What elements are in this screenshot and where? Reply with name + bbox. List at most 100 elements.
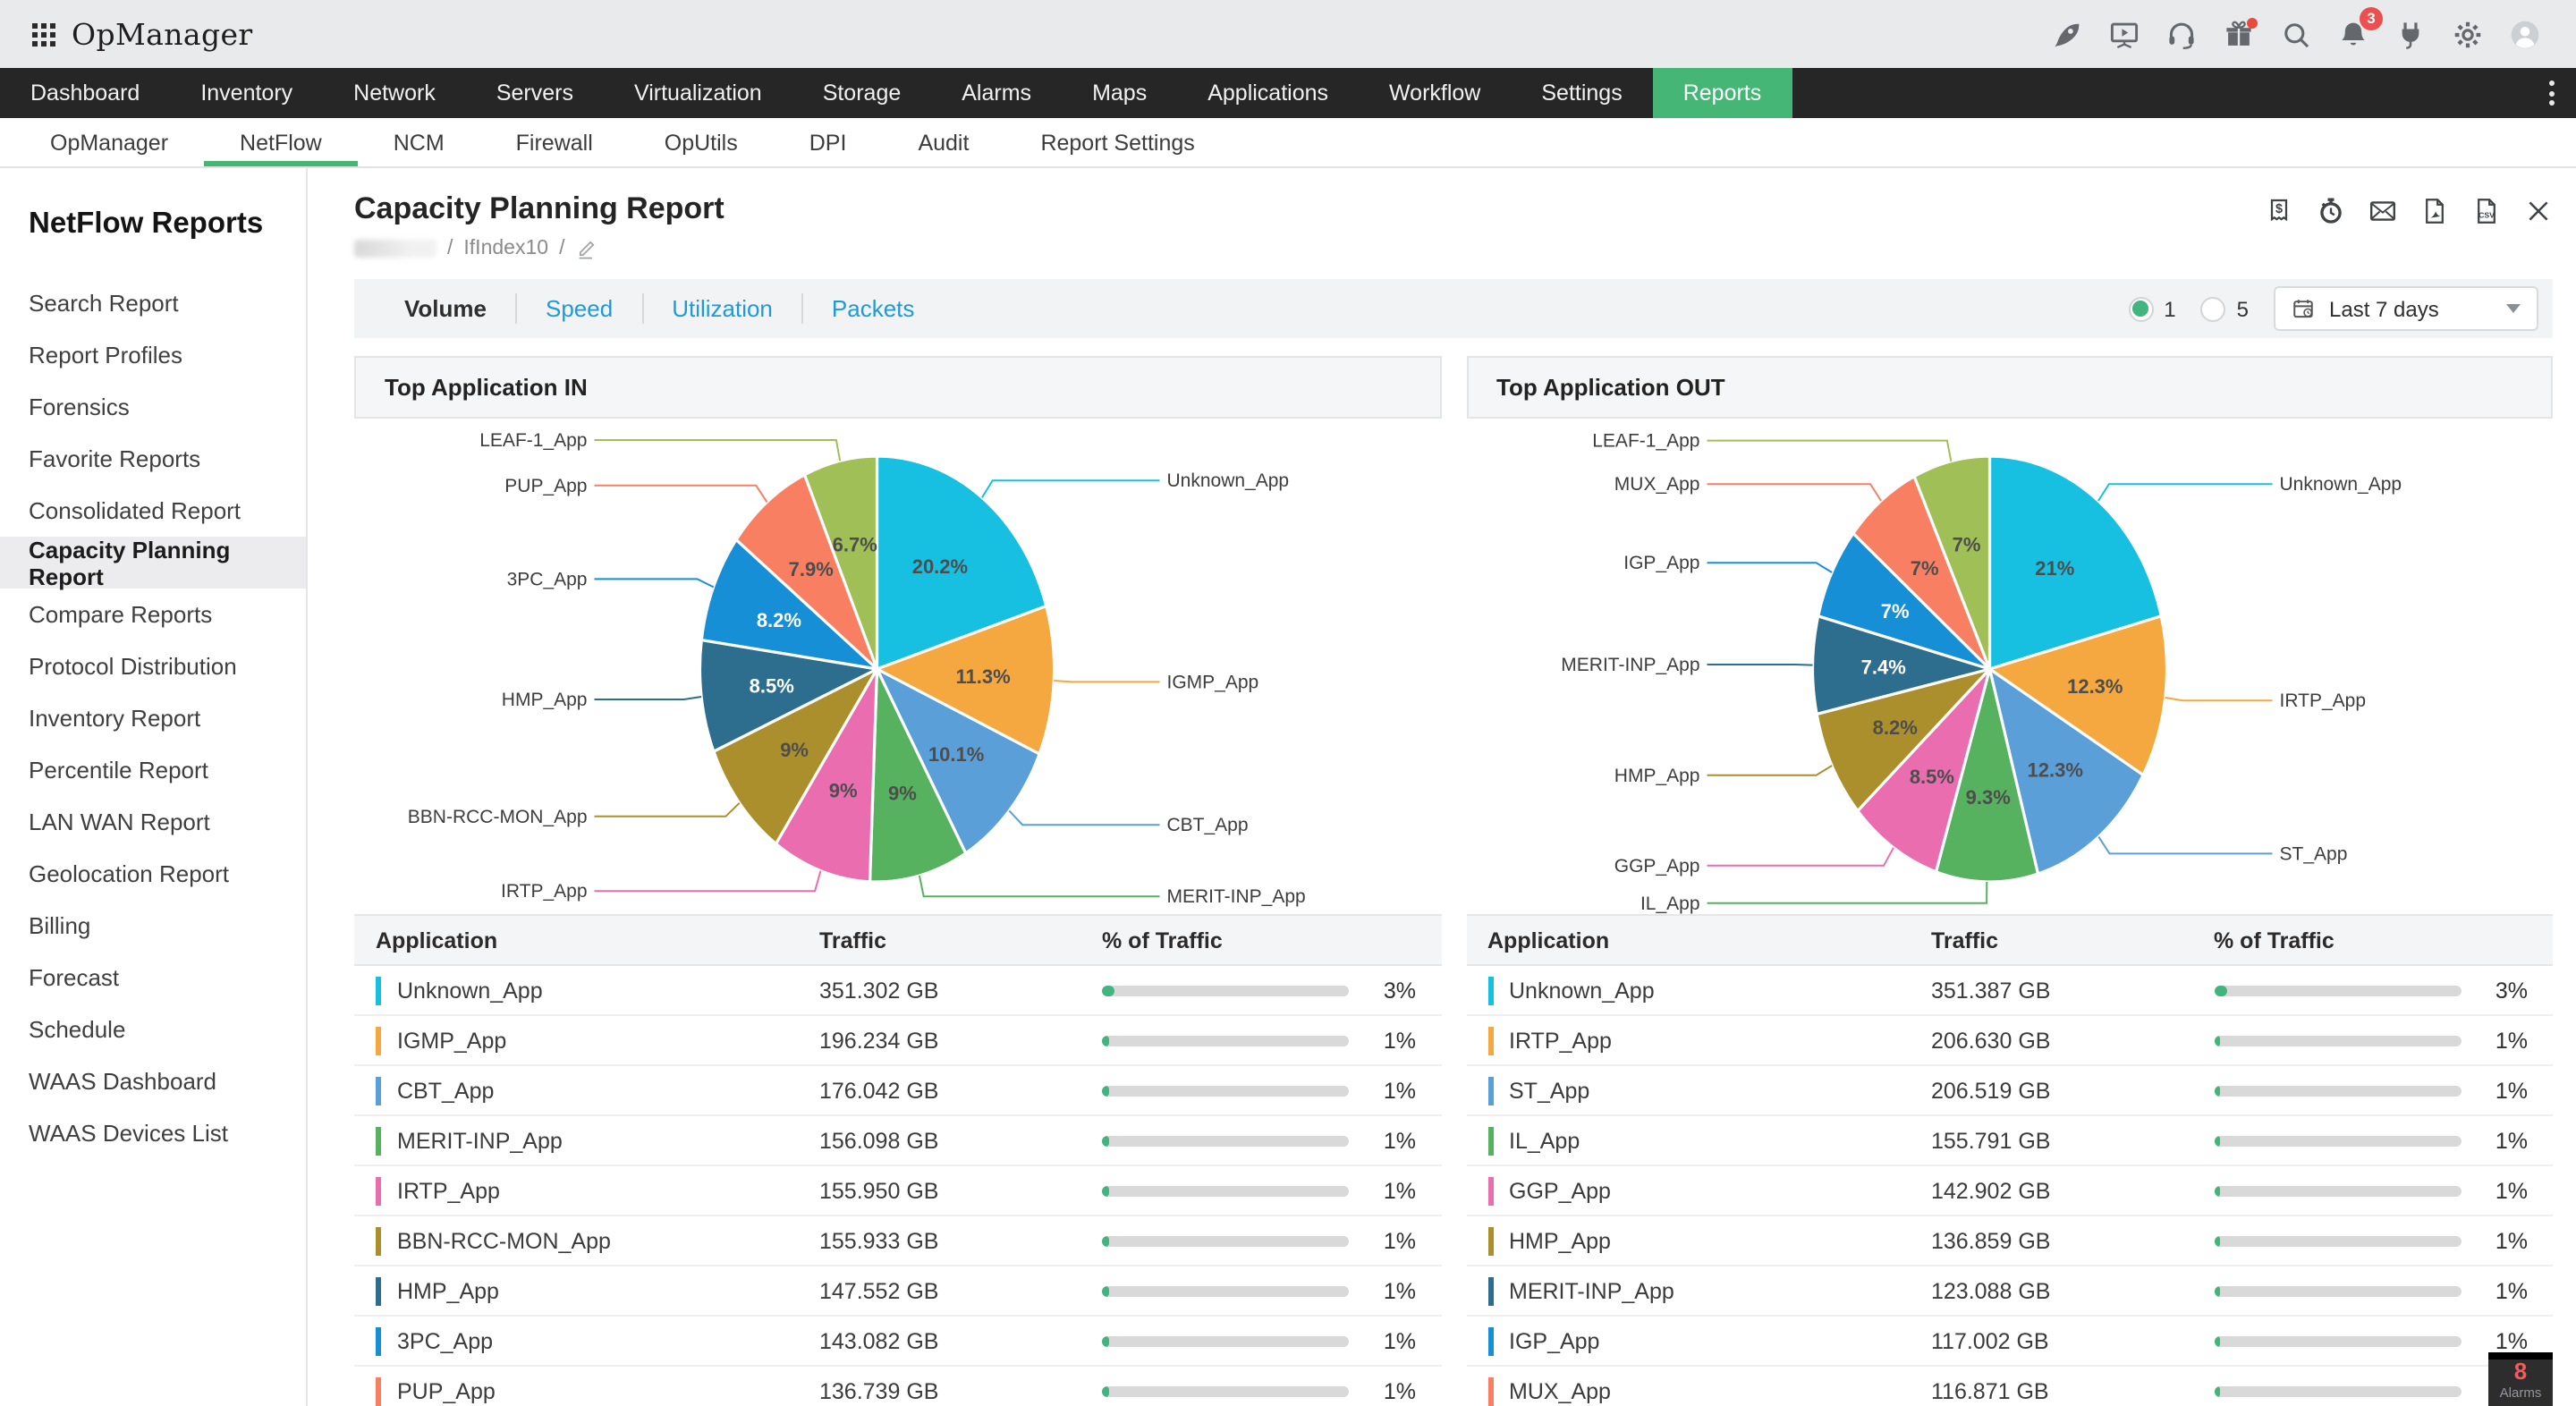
apps-grid-icon[interactable] (32, 22, 55, 46)
whats-new-gift-icon[interactable] (2224, 19, 2254, 49)
global-search-icon[interactable] (2281, 19, 2311, 49)
sidebar-item-forensics[interactable]: Forensics (0, 381, 306, 433)
subnav-item-firewall[interactable]: Firewall (480, 118, 629, 166)
tab-packets[interactable]: Packets (801, 293, 944, 324)
settings-gear-icon[interactable] (2453, 19, 2483, 49)
email-report-icon[interactable] (2368, 197, 2397, 225)
column-header-application: Application (1487, 927, 1931, 953)
alarms-widget[interactable]: 8 Alarms (2488, 1352, 2553, 1406)
nav-item-alarms[interactable]: Alarms (931, 68, 1062, 118)
pie-callout-line (1054, 681, 1159, 682)
subnav-item-dpi[interactable]: DPI (774, 118, 883, 166)
pie-label-pup-app: PUP_App (504, 476, 587, 496)
tab-volume[interactable]: Volume (376, 293, 515, 324)
support-headset-icon[interactable] (2166, 19, 2197, 49)
application-name: Unknown_App (397, 978, 543, 1003)
date-range-picker[interactable]: Last 7 days (2274, 286, 2538, 331)
sidebar-item-inventory-report[interactable]: Inventory Report (0, 692, 306, 744)
subnav-item-opmanager[interactable]: OpManager (14, 118, 204, 166)
subnav-item-oputils[interactable]: OpUtils (629, 118, 774, 166)
notifications-bell-icon[interactable]: 3 (2338, 19, 2368, 49)
slice-percent-label: 9% (780, 739, 809, 761)
percent-bar-track (2214, 1235, 2461, 1246)
traffic-value: 117.002 GB (1931, 1328, 2214, 1353)
panel-header: Top Application IN (354, 356, 1441, 419)
integrations-plug-icon[interactable] (2395, 19, 2426, 49)
application-name: ST_App (1509, 1078, 1589, 1103)
nav-item-applications[interactable]: Applications (1177, 68, 1359, 118)
sidebar-item-lan-wan-report[interactable]: LAN WAN Report (0, 796, 306, 848)
user-avatar-icon[interactable] (2510, 19, 2540, 49)
opmanager-app: OpManager 3 DashboardInventoryNetworkSer… (0, 0, 2576, 1406)
sidebar-item-waas-dashboard[interactable]: WAAS Dashboard (0, 1055, 306, 1107)
slice-percent-label: 11.3% (956, 665, 1011, 688)
traffic-value: 176.042 GB (819, 1078, 1102, 1103)
nav-item-reports[interactable]: Reports (1653, 68, 1792, 118)
export-csv-icon[interactable]: CSV (2472, 197, 2501, 225)
billing-receipt-icon[interactable]: $ (2265, 197, 2293, 225)
slice-percent-label: 12.3% (2066, 675, 2122, 698)
nav-item-network[interactable]: Network (323, 68, 466, 118)
percent-bar-fill (2214, 1085, 2221, 1096)
series-color-tick (1487, 1376, 1493, 1405)
series-color-tick (1487, 976, 1493, 1004)
subnav-item-netflow[interactable]: NetFlow (204, 118, 358, 166)
subnav-item-ncm[interactable]: NCM (358, 118, 480, 166)
series-color-tick (1487, 1126, 1493, 1155)
nav-item-virtualization[interactable]: Virtualization (604, 68, 792, 118)
panel-title: Top Application OUT (1496, 374, 1725, 401)
nav-item-dashboard[interactable]: Dashboard (0, 68, 170, 118)
series-color-tick (376, 1126, 381, 1155)
traffic-percent-value: 1% (2496, 1028, 2528, 1053)
percent-bar-track (1102, 1135, 1349, 1146)
sidebar-item-protocol-distribution[interactable]: Protocol Distribution (0, 640, 306, 692)
subnav-item-report-settings[interactable]: Report Settings (1004, 118, 1230, 166)
sidebar-item-report-profiles[interactable]: Report Profiles (0, 329, 306, 381)
pie-callout-line (595, 486, 767, 503)
top-n-option-1[interactable]: 1 (2128, 296, 2175, 321)
sidebar-item-consolidated-report[interactable]: Consolidated Report (0, 485, 306, 537)
sidebar-item-billing[interactable]: Billing (0, 900, 306, 952)
sidebar-item-forecast[interactable]: Forecast (0, 952, 306, 1004)
nav-item-inventory[interactable]: Inventory (170, 68, 323, 118)
traffic-value: 156.098 GB (819, 1128, 1102, 1153)
edit-pencil-icon[interactable] (575, 238, 597, 259)
percent-bar-track (1102, 1285, 1349, 1296)
schedule-history-icon[interactable] (2317, 197, 2345, 225)
traffic-value: 147.552 GB (819, 1278, 1102, 1303)
application-cell: MUX_App (1487, 1376, 1931, 1405)
tab-speed[interactable]: Speed (515, 293, 641, 324)
radio-5[interactable] (2201, 296, 2226, 321)
sidebar-item-favorite-reports[interactable]: Favorite Reports (0, 433, 306, 485)
application-cell: IGP_App (1487, 1326, 1931, 1355)
nav-item-workflow[interactable]: Workflow (1359, 68, 1511, 118)
sidebar-item-schedule[interactable]: Schedule (0, 1004, 306, 1055)
traffic-percent-value: 1% (2496, 1278, 2528, 1303)
sidebar-item-capacity-planning-report[interactable]: Capacity Planning Report (0, 537, 306, 589)
nav-item-maps[interactable]: Maps (1062, 68, 1177, 118)
tab-utilization[interactable]: Utilization (641, 293, 801, 324)
launcher-rocket-icon[interactable] (2052, 19, 2082, 49)
top-n-option-5[interactable]: 5 (2201, 296, 2249, 321)
subnav-item-audit[interactable]: Audit (882, 118, 1004, 166)
sidebar-item-percentile-report[interactable]: Percentile Report (0, 744, 306, 796)
demo-video-icon[interactable] (2109, 19, 2140, 49)
radio-1-selected[interactable] (2128, 296, 2153, 321)
nav-item-servers[interactable]: Servers (466, 68, 604, 118)
sidebar-item-waas-devices-list[interactable]: WAAS Devices List (0, 1107, 306, 1159)
sidebar-item-geolocation-report[interactable]: Geolocation Report (0, 848, 306, 900)
more-options-kebab-icon[interactable] (2549, 68, 2555, 118)
sidebar-item-compare-reports[interactable]: Compare Reports (0, 589, 306, 640)
sidebar-item-search-report[interactable]: Search Report (0, 277, 306, 329)
breadcrumb-interface[interactable]: IfIndex10 (463, 238, 548, 259)
application-cell: GGP_App (1487, 1176, 1931, 1205)
nav-item-settings[interactable]: Settings (1511, 68, 1652, 118)
export-pdf-icon[interactable] (2420, 197, 2449, 225)
close-report-icon[interactable] (2524, 197, 2553, 225)
nav-item-storage[interactable]: Storage (792, 68, 932, 118)
application-name: IGMP_App (397, 1028, 506, 1053)
table-header-row: ApplicationTraffic% of Traffic (354, 914, 1441, 966)
traffic-value: 155.933 GB (819, 1228, 1102, 1253)
chevron-down-icon (2506, 304, 2521, 313)
percent-bar-track (1102, 1185, 1349, 1196)
